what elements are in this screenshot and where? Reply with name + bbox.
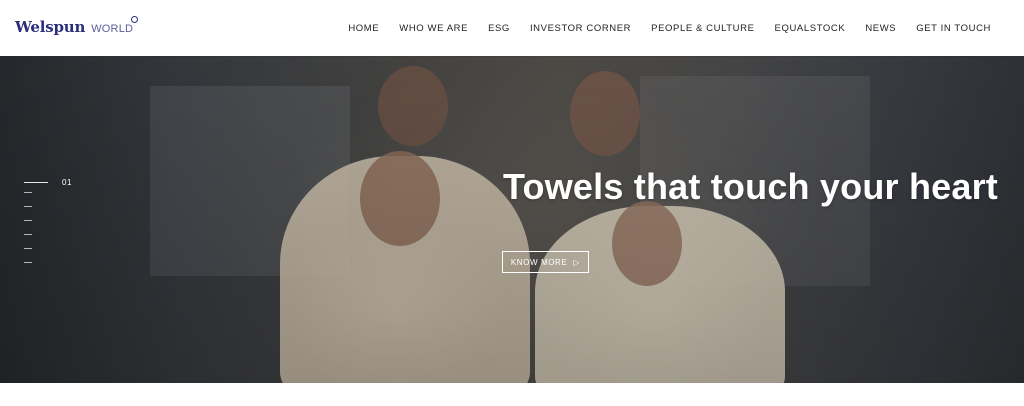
nav-get-in-touch[interactable]: GET IN TOUCH: [916, 23, 991, 34]
logo-wordmark: Welspun: [15, 18, 86, 36]
slide-active-line: [24, 182, 48, 183]
slide-dot[interactable]: [24, 206, 32, 207]
logo-subtitle: WORLD: [91, 23, 134, 35]
nav-home[interactable]: HOME: [348, 23, 379, 34]
slide-pagination: [24, 192, 32, 276]
slide-dot[interactable]: [24, 220, 32, 221]
slide-indicator: 01: [24, 178, 72, 187]
nav-news[interactable]: NEWS: [865, 23, 896, 34]
slide-number: 01: [62, 178, 72, 187]
nav-people-culture[interactable]: PEOPLE & CULTURE: [651, 23, 754, 34]
slide-dot[interactable]: [24, 262, 32, 263]
slide-dot[interactable]: [24, 234, 32, 235]
main-nav: HOME WHO WE ARE ESG INVESTOR CORNER PEOP…: [328, 0, 991, 56]
play-arrow-icon: ▷: [573, 257, 581, 267]
hero-title: Towels that touch your heart: [503, 166, 998, 207]
know-more-button[interactable]: KNOW MORE ▷: [502, 251, 589, 273]
hero-overlay: [0, 56, 1024, 383]
hero-banner: 01 Towels that touch your heart KNOW MOR…: [0, 56, 1024, 383]
nav-esg[interactable]: ESG: [488, 23, 510, 34]
nav-equalstock[interactable]: EQUALSTOCK: [775, 23, 846, 34]
nav-investor-corner[interactable]: INVESTOR CORNER: [530, 23, 631, 34]
nav-who-we-are[interactable]: WHO WE ARE: [399, 23, 468, 34]
slide-dot[interactable]: [24, 192, 32, 193]
slide-dot[interactable]: [24, 248, 32, 249]
logo-dot-icon: [131, 16, 139, 23]
welspun-world-logo[interactable]: Welspun WORLD: [15, 16, 139, 40]
site-header: Welspun WORLD HOME WHO WE ARE ESG INVEST…: [0, 0, 1024, 56]
know-more-label: KNOW MORE: [510, 257, 568, 267]
